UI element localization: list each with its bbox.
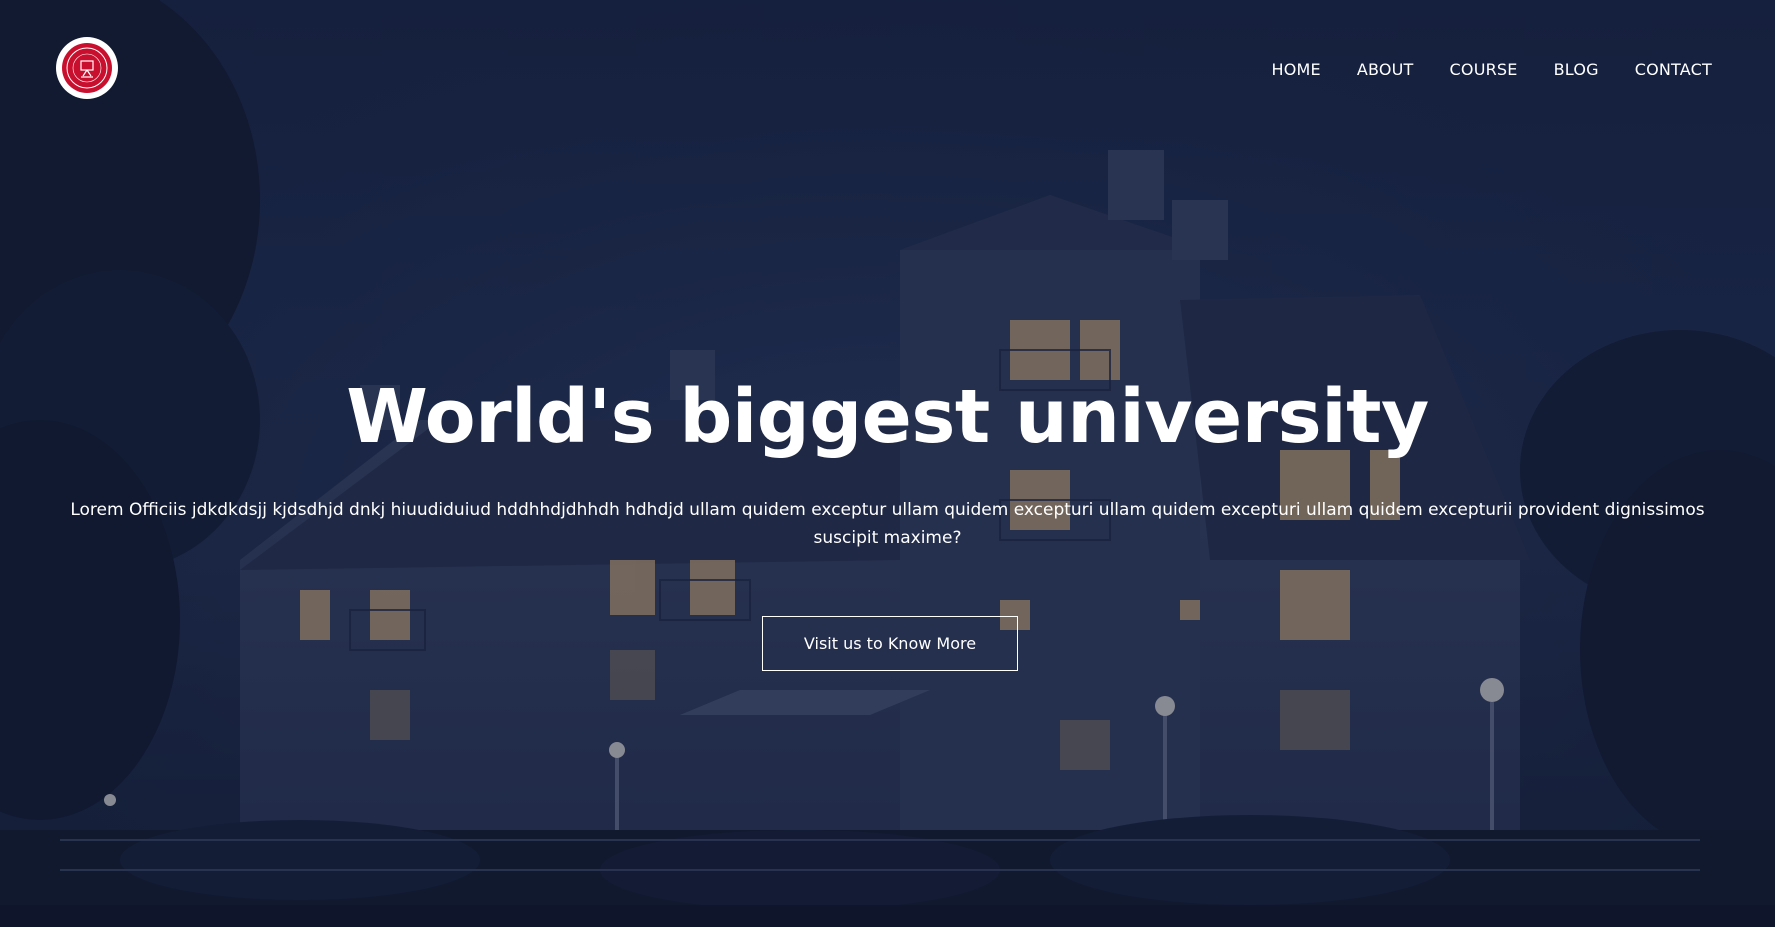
hero-overlay	[0, 0, 1775, 927]
visit-us-button[interactable]: Visit us to Know More	[762, 616, 1018, 671]
university-seal-icon	[62, 43, 112, 93]
nav-about[interactable]: ABOUT	[1357, 60, 1414, 79]
hero-description: Lorem Officiis jdkdkdsjj kjdsdhjd dnkj h…	[70, 500, 1705, 548]
nav-home[interactable]: HOME	[1271, 60, 1320, 79]
hero-section: HOME ABOUT COURSE BLOG CONTACT World's b…	[0, 0, 1775, 927]
nav-contact[interactable]: CONTACT	[1635, 60, 1712, 79]
main-navigation: HOME ABOUT COURSE BLOG CONTACT	[1271, 60, 1712, 79]
nav-blog[interactable]: BLOG	[1554, 60, 1599, 79]
university-logo[interactable]	[56, 37, 118, 99]
nav-course[interactable]: COURSE	[1450, 60, 1518, 79]
hero-title: World's biggest university	[346, 374, 1429, 460]
